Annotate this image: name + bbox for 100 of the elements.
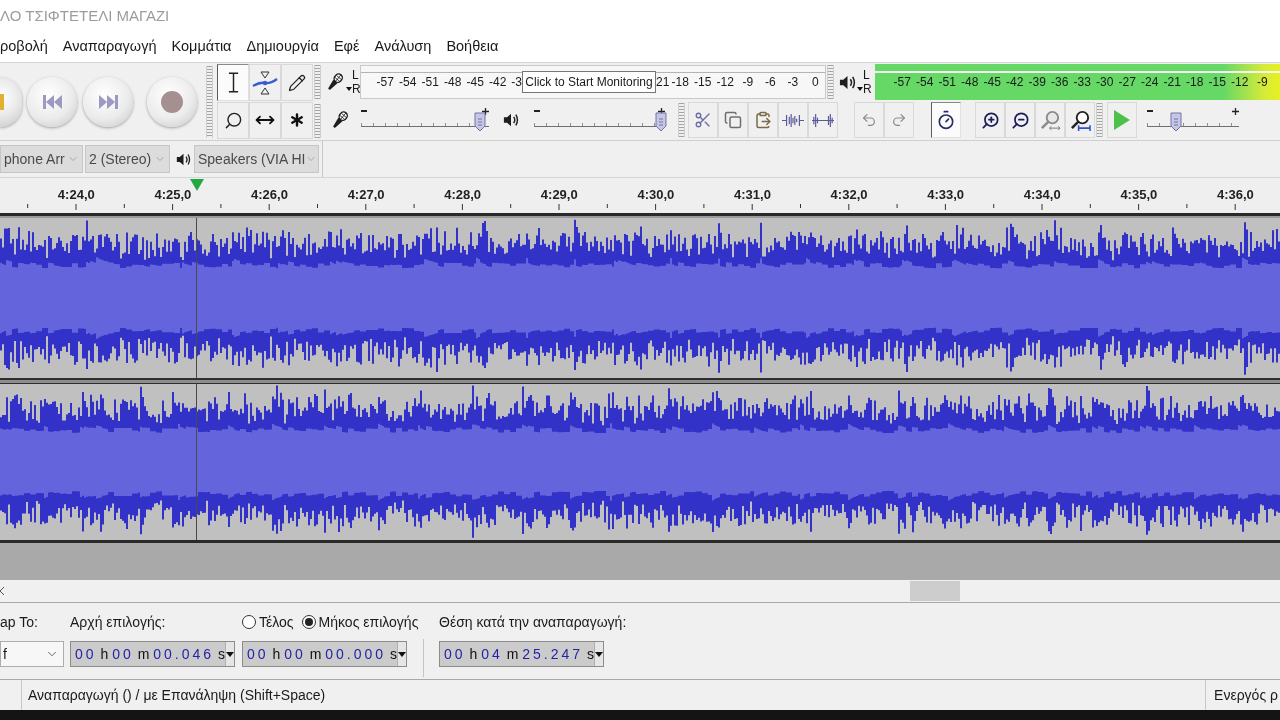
- meter-scale-label: -12: [715, 76, 735, 88]
- meter-scale-label: -57: [892, 76, 912, 88]
- skip-to-end-button[interactable]: [83, 76, 133, 127]
- scrollbar-thumb[interactable]: [910, 581, 960, 601]
- playback-speed-slider[interactable]: [1145, 107, 1241, 133]
- meter-scale-label: -24: [1140, 76, 1160, 88]
- minus-icon: [534, 110, 540, 112]
- menu-item[interactable]: Δημιουργία: [246, 38, 319, 54]
- meter-scale-label: -27: [1117, 76, 1137, 88]
- meter-scale-label: -21: [1162, 76, 1182, 88]
- toolbar-grip[interactable]: [827, 65, 834, 99]
- meter-scale-label: -33: [1072, 76, 1092, 88]
- toolbar-grip[interactable]: [314, 103, 321, 138]
- plus-icon: [1232, 108, 1239, 115]
- horizontal-scrollbar[interactable]: [0, 580, 1280, 602]
- dropdown-arrow-icon: [346, 87, 352, 91]
- undo-icon: [861, 112, 877, 128]
- time-shift-tool-button[interactable]: [249, 101, 281, 139]
- meter-scale-label: -39: [1027, 76, 1047, 88]
- ruler-time-label: 4:34,0: [1023, 188, 1061, 201]
- dropdown-arrow-icon: [594, 651, 603, 657]
- menu-item[interactable]: Βοήθεια: [446, 38, 499, 54]
- slider-thumb[interactable]: [655, 112, 667, 132]
- scissors-icon: [694, 111, 712, 129]
- snap-to-dropdown[interactable]: f: [0, 641, 64, 667]
- playback-volume-slider[interactable]: [532, 107, 667, 133]
- meter-scale-label: 0: [810, 76, 820, 88]
- waveform-silence-icon: [812, 112, 834, 128]
- ruler-time-label: 4:28,0: [444, 188, 482, 201]
- recording-volume-slider[interactable]: [359, 107, 491, 133]
- magnifier-arrows-icon: [1039, 109, 1061, 131]
- play-position-label: Θέση κατά την αναπαραγωγή:: [439, 612, 627, 632]
- playback-meter[interactable]: -57 -54 -51 -48 -45 -42 -39 -36 -33 -30 -27 -24 -21 -18 -15 -12 -9: [875, 64, 1280, 100]
- menu-item[interactable]: Εφέ: [333, 38, 360, 54]
- monitoring-tooltip: Click to Start Monitoring: [522, 71, 656, 93]
- cut-button[interactable]: [688, 102, 718, 138]
- ruler-time-label: 4:30,0: [637, 188, 675, 201]
- meter-scale-label: -3: [510, 76, 522, 88]
- toolbar-grip[interactable]: [678, 103, 685, 137]
- pause-icon: [0, 93, 4, 110]
- selection-start-label: Αρχή επιλογής:: [70, 612, 167, 632]
- trim-button[interactable]: [778, 102, 808, 138]
- zoom-out-button[interactable]: [1005, 102, 1035, 138]
- selection-tool-button[interactable]: [217, 64, 249, 101]
- time-field[interactable]: 00 h 00 m 00.000 s: [242, 641, 407, 667]
- meter-scale-label: -12: [1230, 76, 1250, 88]
- toolbar-grip[interactable]: [206, 65, 213, 138]
- paste-button[interactable]: [748, 102, 778, 138]
- meter-scale-label: -18: [670, 76, 690, 88]
- status-message: Αναπαραγωγή () / με Επανάληψη (Shift+Space): [28, 685, 326, 705]
- menu-item[interactable]: Κομμάτια: [171, 38, 232, 54]
- fit-project-button[interactable]: [1065, 102, 1095, 138]
- channels-dropdown[interactable]: 2 (Stereo): [85, 145, 170, 173]
- meter-scale-label: -42: [488, 76, 508, 88]
- toolbar-grip[interactable]: [1096, 103, 1103, 137]
- dropdown-arrow-icon: [857, 87, 863, 91]
- pencil-icon: [288, 73, 306, 92]
- meter-scale-label: -51: [420, 76, 440, 88]
- waveform-trim-icon: [782, 112, 804, 128]
- left-channel-label: L: [351, 68, 360, 82]
- ruler-time-label: 4:32,0: [830, 188, 868, 201]
- microphone-icon: [330, 110, 350, 130]
- skip-to-start-button[interactable]: [27, 76, 77, 127]
- speaker-icon: [839, 73, 856, 91]
- draw-tool-button[interactable]: [281, 64, 313, 101]
- ruler-time-label: 4:27,0: [347, 188, 385, 201]
- meter-scale-label: -54: [398, 76, 418, 88]
- playback-device-dropdown[interactable]: Speakers (VIA HI: [194, 145, 319, 173]
- envelope-icon: [252, 70, 278, 95]
- magnifier-bar-icon: [1069, 109, 1091, 131]
- redo-icon: [891, 112, 907, 128]
- sync-lock-button[interactable]: [931, 102, 961, 138]
- meter-scale-label: -42: [1005, 76, 1025, 88]
- zoom-tool-button[interactable]: [217, 101, 249, 139]
- menu-item[interactable]: ροβολή: [0, 38, 48, 54]
- menu-item[interactable]: Ανάλυση: [374, 38, 432, 54]
- timeline-ruler[interactable]: 4:24,0 4:25,0 4:26,0 4:27,0 4:28,0 4:29,0 4:30,0 4:31,0 4:32,0 4:33,0 4:34,0 4:35,0 4:36,0: [0, 177, 1280, 213]
- dropdown-arrow-icon: [225, 651, 234, 657]
- menu-item[interactable]: Αναπαραγωγή: [62, 38, 157, 54]
- window-title: ΛΟ ΤΣΙΦΤΕΤΕΛΙ ΜΑΓΑΖΙ: [0, 7, 170, 23]
- time-field[interactable]: 00 h 04 m 25.247 s: [439, 641, 604, 667]
- meter-scale-label: -9: [1255, 76, 1269, 88]
- silence-button[interactable]: [808, 102, 838, 138]
- zoom-in-button[interactable]: [975, 102, 1005, 138]
- envelope-tool-button[interactable]: [249, 64, 281, 101]
- radio-option[interactable]: Μήκος επιλογής: [301, 611, 419, 633]
- recording-device-dropdown[interactable]: phone Arr: [0, 145, 83, 173]
- slider-thumb[interactable]: [474, 112, 487, 132]
- record-button[interactable]: [147, 76, 197, 127]
- multi-tool-button[interactable]: [281, 101, 313, 139]
- toolbar-grip[interactable]: [314, 65, 321, 100]
- radio-option[interactable]: Τέλος: [242, 611, 294, 633]
- time-field[interactable]: 00 h 00 m 00.046 s: [70, 641, 235, 667]
- slider-thumb[interactable]: [1170, 112, 1183, 132]
- zoom-in-icon: [980, 110, 1000, 130]
- recording-meter[interactable]: -57 -54 -51 -48 -45 -42 -3 Click to Start Monitoring 21 -18 -15 -12 -9 -6 -3 0: [360, 65, 826, 99]
- copy-button[interactable]: [718, 102, 748, 138]
- stopwatch-icon: [936, 110, 956, 130]
- skip-forward-icon: [98, 93, 118, 110]
- meter-scale-label: -57: [375, 76, 395, 88]
